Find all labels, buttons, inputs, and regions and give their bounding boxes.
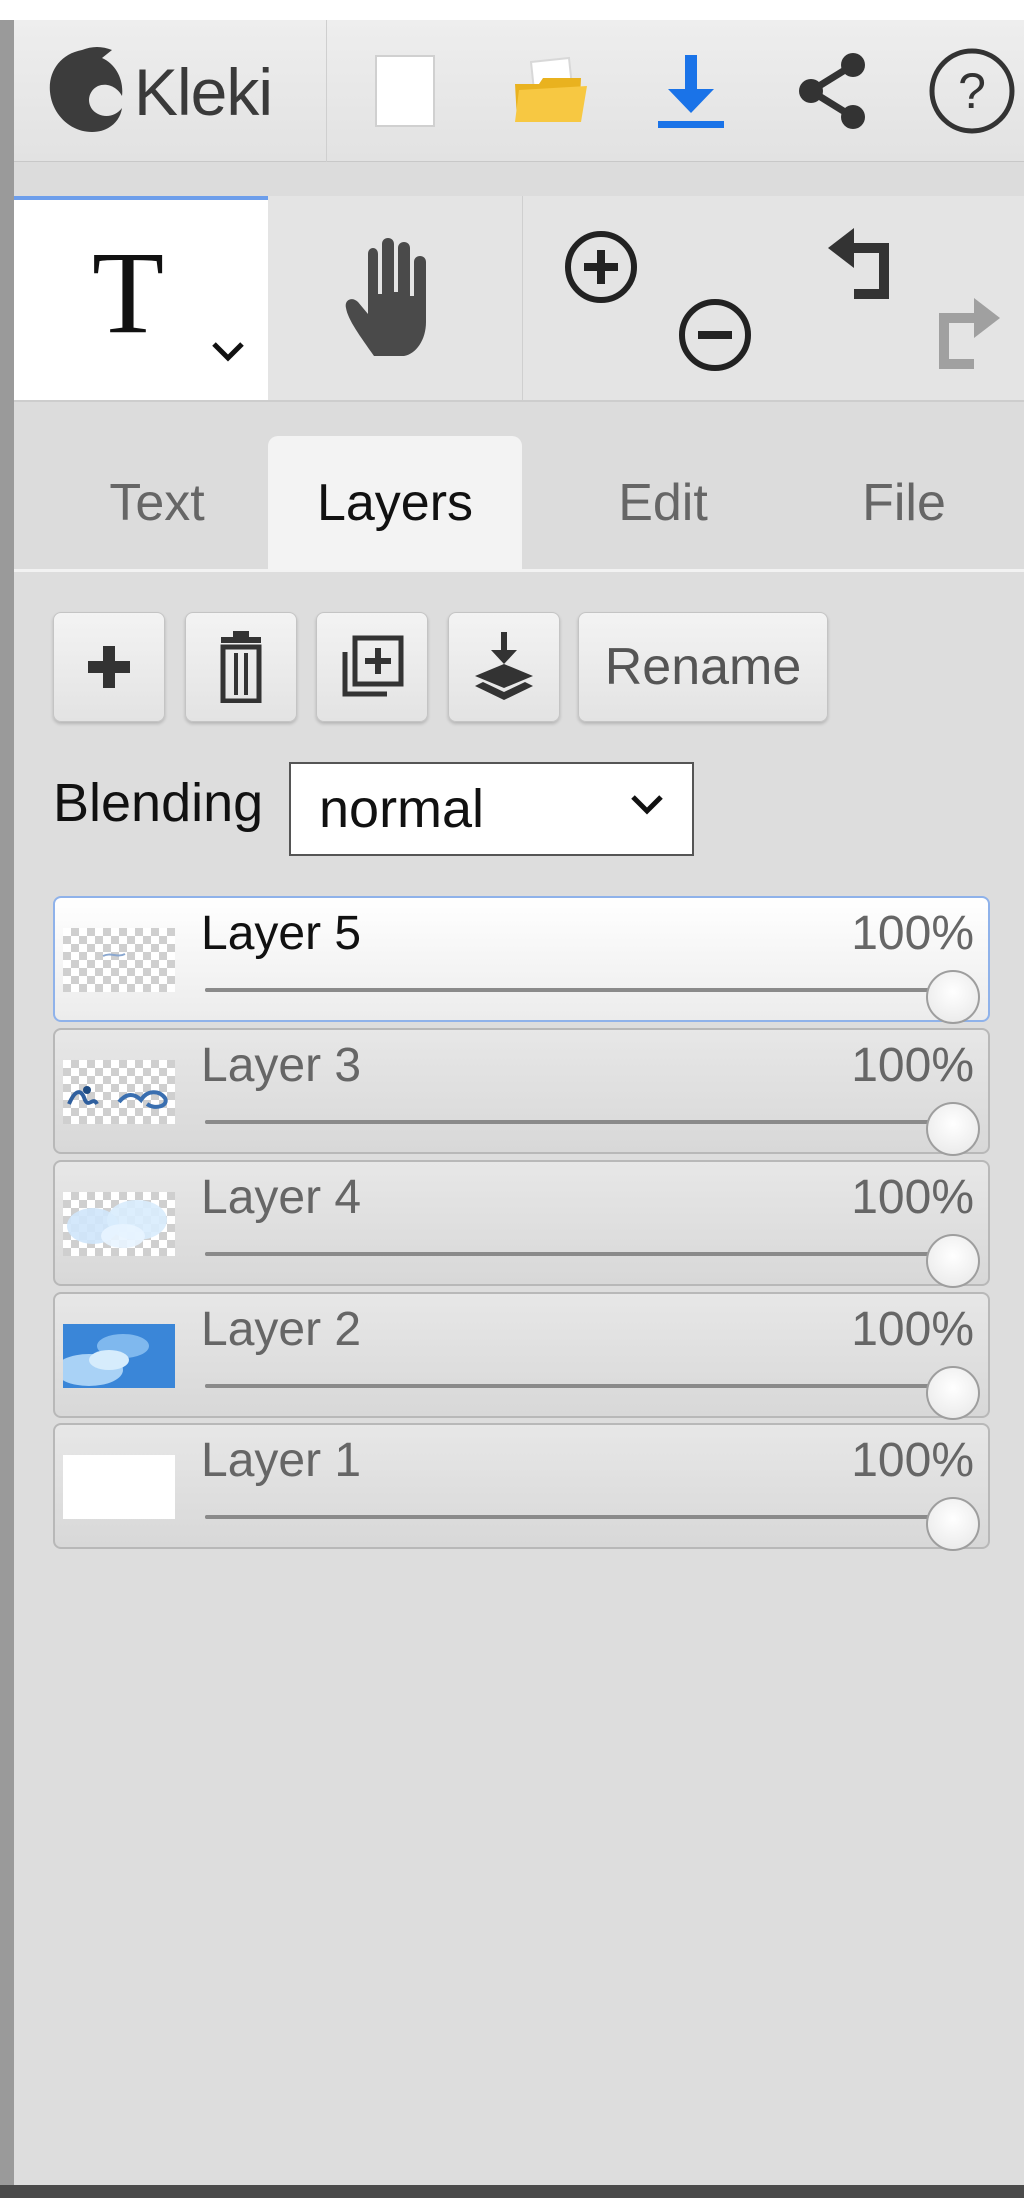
layer-opacity-value: 100%	[851, 907, 974, 960]
tab-file[interactable]: File	[794, 436, 1014, 570]
layer-thumbnail	[63, 1455, 175, 1519]
layer-opacity-value: 100%	[851, 1303, 974, 1356]
layer-name: Layer 3	[201, 1039, 362, 1092]
top-strip	[0, 0, 1024, 20]
opacity-slider-track[interactable]	[205, 1252, 957, 1256]
redo-icon[interactable]	[926, 296, 1002, 376]
kleki-logo-icon	[49, 47, 123, 132]
opacity-slider-fill	[205, 1252, 957, 1256]
blending-select[interactable]: normal	[289, 762, 694, 856]
app-header: Kleki ?	[14, 20, 1024, 162]
layer-row-1[interactable]: Layer 1 100%	[53, 1423, 990, 1551]
header-divider	[326, 20, 327, 162]
chevron-down-icon[interactable]	[210, 340, 246, 364]
opacity-slider-track[interactable]	[205, 1515, 957, 1519]
share-button[interactable]	[777, 44, 887, 138]
layer-row-4[interactable]: Layer 4 100%	[53, 1160, 990, 1288]
svg-text:?: ?	[958, 63, 986, 119]
tab-edit[interactable]: Edit	[544, 436, 782, 570]
duplicate-layer-button[interactable]	[316, 612, 428, 722]
tab-text[interactable]: Text	[54, 436, 260, 570]
rename-layer-button[interactable]: Rename	[578, 612, 828, 722]
new-image-button[interactable]	[350, 44, 460, 138]
opacity-slider-handle[interactable]	[926, 1366, 980, 1420]
download-icon	[658, 55, 724, 128]
layer-thumbnail	[63, 1060, 175, 1124]
help-button[interactable]: ?	[917, 44, 1024, 138]
opacity-slider-handle[interactable]	[926, 1102, 980, 1156]
tab-layers[interactable]: Layers	[268, 436, 522, 570]
new-image-icon	[375, 55, 435, 127]
bottom-edge	[0, 2185, 1024, 2198]
layer-name: Layer 4	[201, 1171, 362, 1224]
layer-row-3[interactable]: Layer 3 100%	[53, 1028, 990, 1156]
duplicate-layer-icon	[342, 635, 404, 697]
layer-name: Layer 5	[201, 907, 362, 960]
hand-icon	[345, 238, 426, 356]
delete-layer-icon	[220, 631, 262, 703]
layer-thumbnail	[63, 1324, 175, 1388]
opacity-slider-fill	[205, 1120, 957, 1124]
opacity-slider-fill	[205, 988, 957, 992]
blending-value: normal	[319, 779, 485, 839]
open-file-button[interactable]	[496, 44, 606, 138]
layer-row-2[interactable]: Layer 2 100%	[53, 1292, 990, 1420]
download-button[interactable]	[636, 44, 746, 138]
opacity-slider-fill	[205, 1515, 957, 1519]
layer-name: Layer 2	[201, 1303, 362, 1356]
tool-bar: T	[14, 196, 1024, 402]
blending-label: Blending	[53, 773, 264, 833]
opacity-slider-track[interactable]	[205, 1120, 957, 1124]
layer-thumbnail	[63, 928, 175, 992]
delete-layer-button[interactable]	[185, 612, 297, 722]
add-layer-icon	[88, 646, 130, 688]
opacity-slider-track[interactable]	[205, 988, 957, 992]
layer-opacity-value: 100%	[851, 1039, 974, 1092]
zoom-out-icon[interactable]	[676, 296, 754, 374]
opacity-slider-handle[interactable]	[926, 1497, 980, 1551]
folder-open-icon	[515, 56, 587, 122]
opacity-slider-fill	[205, 1384, 957, 1388]
layer-opacity-value: 100%	[851, 1171, 974, 1224]
chevron-down-icon	[631, 795, 663, 815]
opacity-slider-handle[interactable]	[926, 970, 980, 1024]
layer-row-5[interactable]: Layer 5 100%	[53, 896, 990, 1024]
app-name: Kleki	[134, 55, 273, 129]
layer-opacity-value: 100%	[851, 1434, 974, 1487]
zoom-in-icon[interactable]	[562, 228, 640, 306]
canvas-edge	[0, 20, 14, 2185]
panel-tabs: Text Layers Edit File	[14, 402, 1024, 572]
header-separator	[14, 162, 1024, 196]
add-layer-button[interactable]	[53, 612, 165, 722]
layer-name: Layer 1	[201, 1434, 362, 1487]
merge-down-button[interactable]	[448, 612, 560, 722]
text-tool-button[interactable]: T	[14, 196, 268, 400]
opacity-slider-track[interactable]	[205, 1384, 957, 1388]
undo-icon[interactable]	[826, 226, 902, 306]
hand-tool-button[interactable]	[268, 196, 522, 400]
kleki-app: Kleki ? T Text Layers Edit File Rename B…	[0, 0, 1024, 2198]
text-tool-icon: T	[92, 227, 165, 358]
opacity-slider-handle[interactable]	[926, 1234, 980, 1288]
kleki-logo[interactable]: Kleki	[42, 42, 332, 142]
share-icon	[799, 53, 865, 129]
layer-thumbnail	[63, 1192, 175, 1256]
help-icon: ?	[929, 48, 1015, 134]
merge-down-icon	[475, 632, 533, 700]
toolbar-divider	[522, 196, 523, 400]
